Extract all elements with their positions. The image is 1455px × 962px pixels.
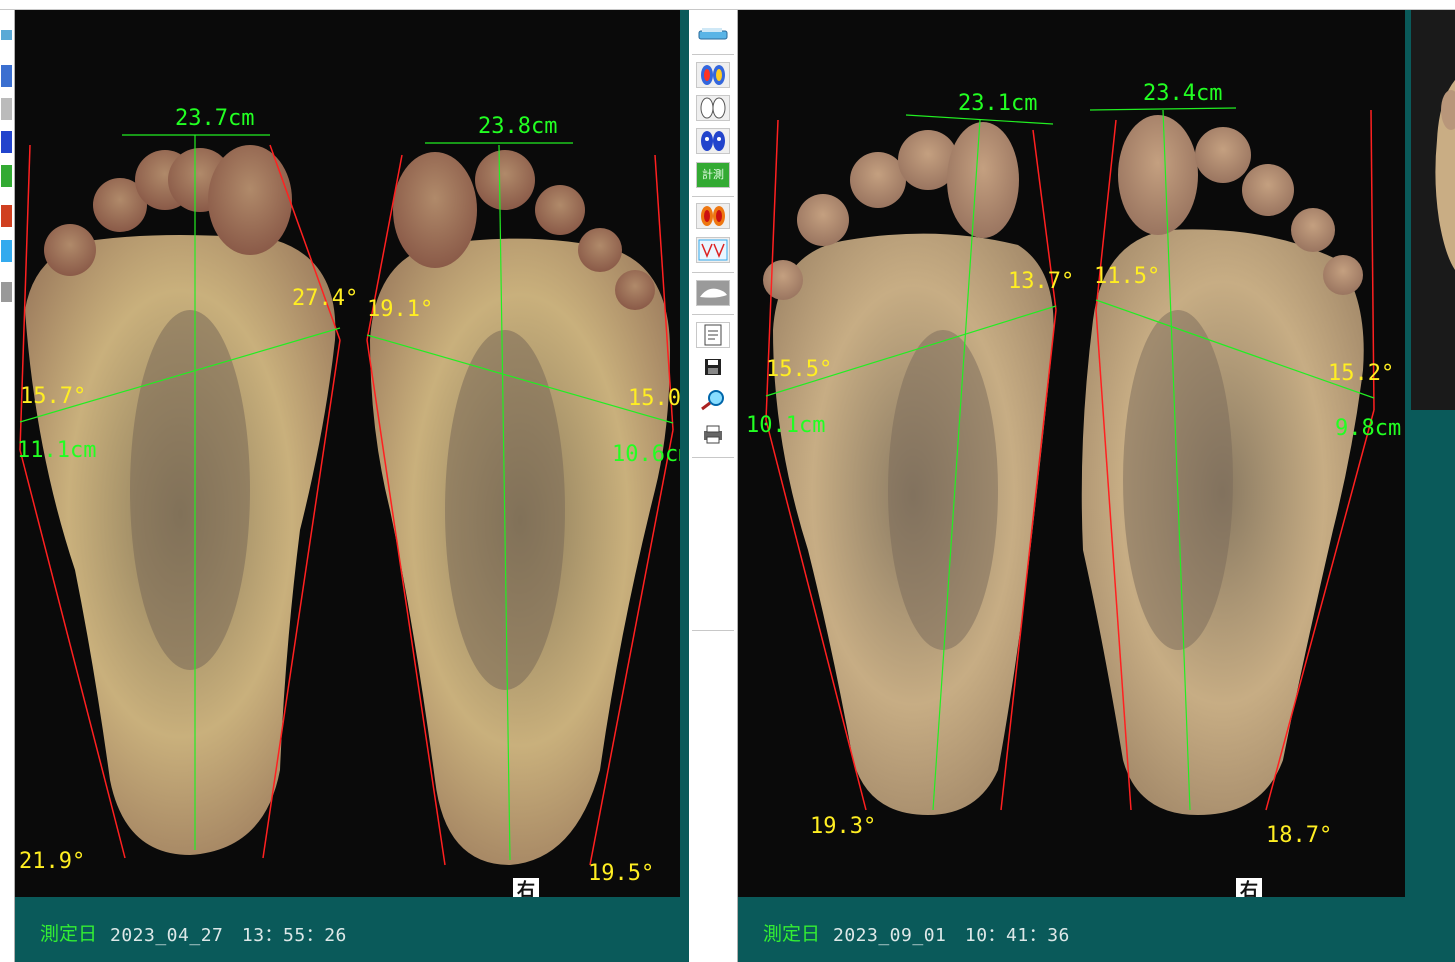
foot2-inner-toe-angle-label: 19.1° xyxy=(367,297,433,322)
foot2-width-label: 9.8cm xyxy=(1335,416,1401,441)
mini-feet-outline-icon[interactable] xyxy=(1,98,12,120)
mini-measure-icon[interactable] xyxy=(1,165,12,187)
insole-button[interactable] xyxy=(696,280,730,306)
toolbar-separator xyxy=(692,272,734,273)
right-foot-scan-image: 23.1cm 10.1cm 13.7° 15.5° 19.3° 23.4cm 9… xyxy=(738,10,1405,897)
scanner-icon xyxy=(698,28,728,40)
mini-feet-blue-icon[interactable] xyxy=(1,131,12,153)
pressure-feet-color-icon xyxy=(701,65,725,85)
measure-date-label: 測定日 xyxy=(763,923,821,945)
foot1-heel-angle-label: 19.3° xyxy=(810,814,876,839)
toolbar-separator xyxy=(692,54,734,55)
feet-blue-button[interactable] xyxy=(696,128,730,154)
foot2-outer-toe-angle-label: 15.0° xyxy=(628,386,680,411)
next-scan-peek[interactable] xyxy=(1411,10,1455,410)
mini-arch-icon[interactable] xyxy=(1,240,12,262)
right-foot-scan-svg: 23.1cm 10.1cm 13.7° 15.5° 19.3° 23.4cm 9… xyxy=(746,81,1401,848)
foot1-outer-toe-angle-label: 15.7° xyxy=(20,384,86,409)
measure-icon: 計測 xyxy=(702,168,724,181)
right-scan-foot1-shape xyxy=(763,122,1054,816)
insole-icon xyxy=(700,288,727,298)
toolbar-separator xyxy=(692,196,734,197)
mini-scanner-icon[interactable] xyxy=(1,30,12,40)
scanner-button[interactable] xyxy=(696,22,730,46)
feet-blue-icon xyxy=(701,131,725,151)
report-icon xyxy=(704,324,722,346)
left-scan-foot2-shape xyxy=(370,150,670,866)
foot1-outer-toe-angle-label: 15.5° xyxy=(766,357,832,382)
foot1-length-label: 23.7cm xyxy=(175,106,254,131)
left-scan-pane: 23.7cm 11.1cm 27.4° 15.7° 21.9° 23.8cm 1… xyxy=(0,10,689,962)
pressure-feet-button[interactable] xyxy=(696,62,730,88)
foot2-length-label: 23.8cm xyxy=(478,114,557,139)
heatmap-feet-button[interactable] xyxy=(696,203,730,229)
save-button[interactable] xyxy=(696,355,730,381)
toolbar-separator xyxy=(692,630,734,631)
save-icon xyxy=(705,359,721,375)
vertical-toolbar: 計測 xyxy=(690,10,738,962)
zoom-button[interactable] xyxy=(696,388,730,414)
measure-datetime: 2023_09_01 10：41：36 xyxy=(833,925,1070,946)
zoom-icon xyxy=(701,390,724,411)
arch-lines-button[interactable] xyxy=(696,237,730,263)
print-icon xyxy=(704,425,722,444)
mini-pressure-feet-icon[interactable] xyxy=(1,65,12,87)
measure-datetime: 2023_04_27 13：55：26 xyxy=(110,925,347,946)
left-foot-scan-image: 23.7cm 11.1cm 27.4° 15.7° 21.9° 23.8cm 1… xyxy=(15,10,680,897)
left-footer: 測定日 2023_04_27 13：55：26 xyxy=(15,897,689,962)
foot1-inner-toe-angle-label: 13.7° xyxy=(1008,269,1074,294)
report-button[interactable] xyxy=(696,322,730,348)
peek-foot-svg xyxy=(1435,80,1455,270)
foot1-inner-toe-angle-label: 27.4° xyxy=(292,286,358,311)
foot1-width-label: 10.1cm xyxy=(746,413,825,438)
left-mini-toolbar xyxy=(0,10,15,962)
foot2-outer-toe-angle-label: 15.2° xyxy=(1328,361,1394,386)
measure-button[interactable]: 計測 xyxy=(696,162,730,188)
foot2-heel-angle-label: 19.5° xyxy=(588,861,654,886)
print-button[interactable] xyxy=(696,422,730,448)
mini-heatmap-icon[interactable] xyxy=(1,205,12,227)
left-foot-scan-svg: 23.7cm 11.1cm 27.4° 15.7° 21.9° 23.8cm 1… xyxy=(17,106,680,886)
right-footer: 測定日 2023_09_01 10：41：36 xyxy=(738,897,1455,962)
measure-date-label: 測定日 xyxy=(40,923,98,945)
left-teal-edge xyxy=(680,10,689,897)
mini-insole-icon[interactable] xyxy=(1,282,12,302)
heatmap-feet-icon xyxy=(701,206,725,226)
length-cap-line xyxy=(1089,107,1237,111)
toolbar-separator xyxy=(692,457,734,458)
side-label: 右 xyxy=(513,878,539,897)
window-top-strip xyxy=(0,0,1455,10)
foot2-width-label: 10.6cm xyxy=(612,442,680,467)
right-scan-pane: 計測 23.1cm 10.1cm 13.7° 15.5° 19.3° 23.4c… xyxy=(690,10,1455,962)
left-scan-foot1-shape xyxy=(25,145,336,855)
foot2-inner-toe-angle-label: 11.5° xyxy=(1094,264,1160,289)
foot2-length-label: 23.4cm xyxy=(1143,81,1222,106)
foot2-heel-angle-label: 18.7° xyxy=(1266,823,1332,848)
feet-outline-button[interactable] xyxy=(696,95,730,121)
toolbar-separator xyxy=(692,314,734,315)
arch-lines-icon xyxy=(698,239,728,261)
side-label: 右 xyxy=(1236,878,1262,897)
foot1-heel-angle-label: 21.9° xyxy=(19,849,85,874)
foot1-length-label: 23.1cm xyxy=(958,91,1037,116)
foot1-width-label: 11.1cm xyxy=(17,438,96,463)
feet-outline-icon xyxy=(700,97,726,119)
